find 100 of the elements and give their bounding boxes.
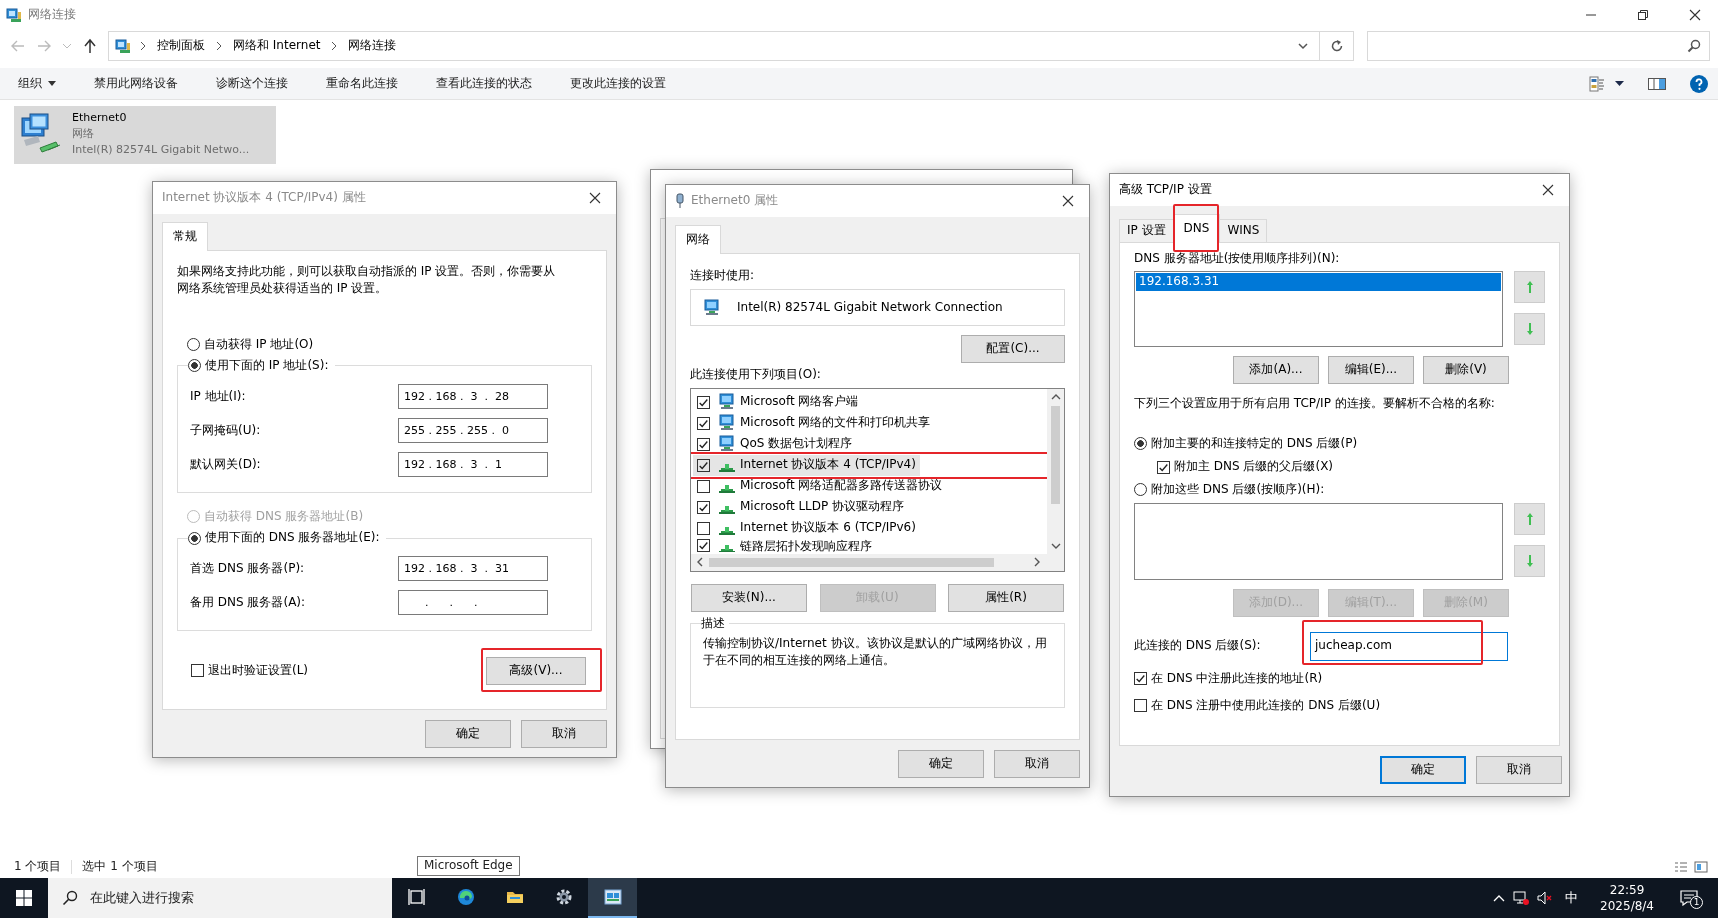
breadcrumb-item[interactable]: 网络和 Internet — [231, 38, 323, 54]
list-item[interactable]: Internet 协议版本 4 (TCP/IPv4) — [693, 454, 920, 476]
list-item[interactable]: 192.168.3.31 — [1136, 273, 1501, 292]
toolbar-button[interactable]: 重命名此连接 — [316, 71, 408, 96]
network-status-icon[interactable] — [1513, 891, 1530, 905]
button[interactable]: 添加(A)... — [1233, 356, 1319, 385]
button[interactable]: 取消 — [1476, 756, 1562, 784]
tiles-view-icon[interactable] — [1694, 861, 1708, 873]
checkbox[interactable]: 在 DNS 中注册此连接的地址(R) — [1134, 670, 1545, 687]
help-icon[interactable] — [1690, 74, 1708, 93]
checkbox[interactable] — [697, 538, 710, 552]
speaker-muted-icon[interactable] — [1537, 891, 1554, 905]
list-item[interactable]: QoS 数据包计划程序 — [693, 433, 1047, 455]
tab[interactable]: WINS — [1219, 219, 1268, 242]
search-field[interactable]: 在此键入进行搜索 — [48, 878, 392, 918]
protocol-icon — [719, 485, 735, 494]
clock[interactable]: 22:59 2025/8/4 — [1590, 882, 1664, 914]
network-card-icon — [703, 298, 721, 317]
network-window-icon — [603, 888, 622, 906]
checkmark-icon — [1158, 461, 1169, 473]
preview-pane-icon[interactable] — [1648, 76, 1666, 91]
network-computer-icon — [718, 414, 736, 433]
breadcrumb-item[interactable]: 控制面板 — [155, 38, 207, 54]
clock-time: 22:59 — [1609, 882, 1645, 898]
button[interactable]: 取消 — [521, 720, 607, 748]
radio-button[interactable]: 使用下面的 DNS 服务器地址(E): — [188, 530, 383, 546]
checkbox[interactable]: 附加主 DNS 后缀的父后缀(X) — [1157, 459, 1545, 475]
checkmark-icon — [1135, 672, 1146, 684]
checkbox[interactable]: 在 DNS 注册中使用此连接的 DNS 后缀(U) — [1134, 698, 1545, 714]
window-title: 高级 TCP/IP 设置 — [1119, 182, 1213, 198]
close-icon — [589, 192, 601, 204]
scroll-down-icon — [1050, 542, 1061, 549]
notification-button[interactable]: 1 — [1672, 889, 1706, 907]
ip-address-field[interactable]: 192 . 168 . 3 . 28 — [398, 384, 548, 410]
radio-button[interactable]: 使用下面的 IP 地址(S): — [188, 358, 332, 374]
refresh-button[interactable] — [1320, 31, 1354, 61]
checkbox[interactable] — [697, 521, 710, 535]
checkbox[interactable] — [697, 437, 710, 451]
toolbar-button[interactable]: 查看此连接的状态 — [426, 71, 542, 96]
up-arrow-icon — [1524, 512, 1535, 525]
toolbar-button[interactable]: 禁用此网络设备 — [84, 71, 188, 96]
tab[interactable]: 常规 — [162, 222, 208, 251]
taskbar-button[interactable] — [588, 878, 637, 918]
chevron-icon — [330, 41, 339, 51]
toolbar-button[interactable]: 更改此连接的设置 — [560, 71, 676, 96]
checkbox[interactable]: 退出时验证设置(L) — [191, 663, 309, 679]
vertical-scrollbar[interactable] — [1047, 388, 1064, 554]
item-label: Microsoft LLDP 协议驱动程序 — [740, 499, 905, 516]
list-item[interactable]: Internet 协议版本 6 (TCP/IPv6) — [693, 517, 1047, 539]
status-text: 选中 1 个项目 — [82, 859, 158, 875]
network-folder-icon — [6, 7, 22, 23]
button[interactable]: 确定 — [1380, 756, 1466, 784]
list-item[interactable]: Microsoft 网络客户端 — [693, 391, 1047, 413]
advanced-button[interactable]: 高级(V)... — [486, 656, 586, 685]
down-arrow-icon — [1524, 554, 1535, 567]
button[interactable]: 编辑(E)... — [1328, 356, 1414, 385]
search-field[interactable] — [1367, 31, 1710, 61]
search-icon — [62, 890, 78, 906]
list-item[interactable]: Microsoft 网络的文件和打印机共享 — [693, 412, 1047, 434]
section-label: DNS 服务器地址(按使用顺序排列)(N): — [1134, 250, 1341, 267]
field-label: IP 地址(I): — [190, 389, 247, 405]
button[interactable]: 确定 — [898, 750, 984, 778]
chevron-up-icon[interactable] — [1493, 894, 1506, 902]
checkbox[interactable] — [697, 500, 710, 514]
list-item[interactable]: Microsoft 网络适配器多路传送器协议 — [693, 475, 1047, 497]
checkbox[interactable] — [697, 479, 710, 493]
radio-button[interactable]: 自动获得 IP 地址(O) — [187, 336, 592, 353]
radio-button[interactable]: 附加主要的和连接特定的 DNS 后缀(P) — [1134, 435, 1545, 452]
up-icon[interactable] — [82, 38, 98, 54]
checkbox[interactable] — [697, 458, 710, 472]
down-arrow-icon — [1524, 323, 1535, 336]
button[interactable]: 删除(V) — [1423, 356, 1509, 385]
view-options-icon[interactable] — [1589, 75, 1605, 92]
tab[interactable]: 网络 — [675, 225, 721, 254]
ip-address-field[interactable]: 255 . 255 . 255 . 0 — [398, 418, 548, 444]
note-text: 下列三个设置应用于所有启用 TCP/IP 的连接。要解析不合格的名称: — [1134, 396, 1496, 412]
dropdown-icon[interactable] — [1297, 40, 1309, 52]
horizontal-scrollbar[interactable] — [691, 553, 1064, 571]
toolbar-button[interactable]: 诊断这个连接 — [206, 71, 298, 96]
address-bar[interactable]: 控制面板 网络和 Internet 网络连接 — [108, 31, 1320, 61]
ip-address-field[interactable]: . . . — [398, 590, 548, 616]
connection-tile[interactable]: Ethernet0 网络 Intel(R) 82574L Gigabit Netwo... — [14, 106, 276, 164]
list-item[interactable]: Microsoft LLDP 协议驱动程序 — [693, 496, 1047, 518]
checkbox[interactable] — [697, 416, 710, 430]
caret-icon[interactable] — [1615, 81, 1624, 86]
checkbox[interactable] — [697, 395, 710, 409]
input-method-indicator[interactable]: 中 — [1561, 889, 1583, 907]
text-field[interactable]: jucheap.com — [1310, 631, 1508, 661]
button[interactable]: 确定 — [425, 720, 511, 748]
toolbar-button[interactable]: 组织 — [8, 71, 66, 96]
ip-address-field[interactable]: 192 . 168 . 3 . 31 — [398, 556, 548, 582]
button[interactable]: 安装(N)... — [691, 583, 807, 612]
ip-address-field[interactable]: 192 . 168 . 3 . 1 — [398, 452, 548, 478]
radio-button[interactable]: 附加这些 DNS 后缀(按顺序)(H): — [1134, 481, 1545, 498]
button[interactable]: 属性(R) — [948, 583, 1064, 612]
button[interactable]: 取消 — [994, 750, 1080, 778]
tab[interactable]: IP 设置 — [1119, 219, 1174, 242]
breadcrumb-item[interactable]: 网络连接 — [346, 38, 399, 54]
configure-button[interactable]: 配置(C)... — [961, 335, 1065, 364]
list-item[interactable]: 链路层拓扑发现响应程序 — [693, 538, 1047, 552]
